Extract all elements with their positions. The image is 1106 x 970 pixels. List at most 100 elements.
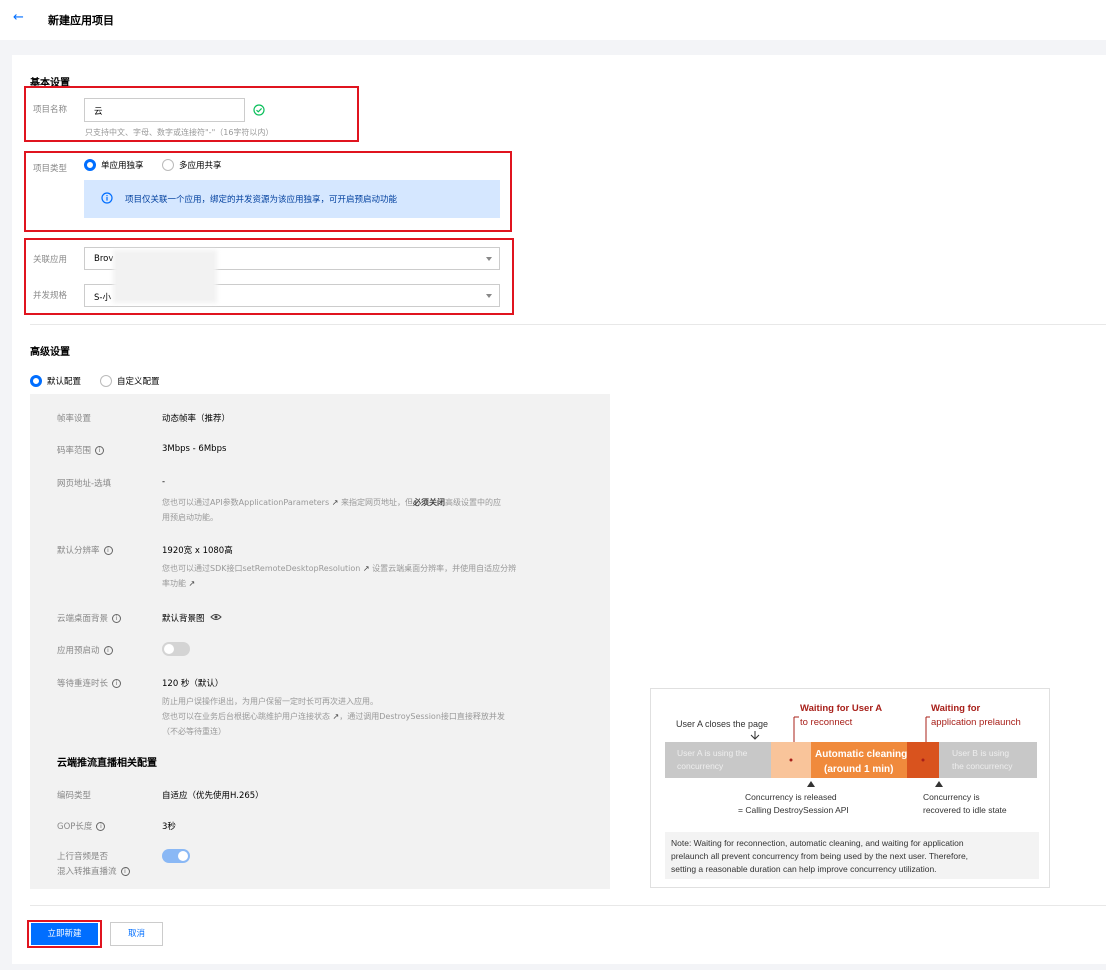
url-hint-post: 高级设置中的应 — [444, 498, 501, 507]
diagram-label-wait-p1: Waiting for — [931, 703, 981, 714]
url-hint-pre: 您也可以通过API参数ApplicationParameters — [162, 498, 330, 507]
segment-user-b-text1: User B is using — [952, 748, 1009, 758]
arrow-left-icon[interactable]: ← — [13, 10, 24, 25]
url-hint-mid: 来指定网页地址，但 — [340, 498, 413, 507]
spec-label: 并发规格 — [33, 291, 68, 301]
gop-label: GOP长度 — [57, 822, 93, 832]
project-name-hint: 只支持中文、字母、数字或连接符"-"（16字符以内） — [85, 128, 274, 137]
radio-unchecked-icon — [162, 159, 174, 171]
audio-mix-toggle[interactable] — [162, 849, 190, 863]
resolution-hint-line2-wrap: 率功能 ↗ — [162, 577, 195, 591]
check-circle-icon — [253, 104, 265, 119]
timeline-diagram: User A closes the page Waiting for User … — [650, 688, 1050, 888]
codec-value: 自适应（优先使用H.265） — [162, 791, 264, 801]
resolution-hint: 您也可以通过SDK接口setRemoteDesktopResolution ↗ … — [162, 562, 516, 576]
prelaunch-label-wrap: 应用预启动 i — [57, 644, 113, 656]
resolution-hint-line2: 率功能 — [162, 579, 186, 588]
reconnect-hint3: （不必等待重连） — [162, 727, 226, 736]
reconnect-label: 等待重连时长 — [57, 679, 109, 689]
type-info-text: 项目仅关联一个应用，绑定的并发资源为该应用独享，可开启预启动功能 — [125, 195, 398, 205]
stream-section-title: 云端推流直播相关配置 — [57, 758, 157, 769]
section-divider — [30, 324, 1106, 325]
adv-option-default-label: 默认配置 — [47, 377, 82, 387]
type-option-multi[interactable]: 多应用共享 — [162, 159, 222, 171]
toggle-knob — [178, 851, 188, 861]
info-icon[interactable]: i — [120, 866, 130, 876]
app-label: 关联应用 — [33, 255, 68, 265]
info-icon[interactable]: i — [95, 445, 105, 455]
prelaunch-toggle[interactable] — [162, 642, 190, 656]
url-hint: 您也可以通过API参数ApplicationParameters ↗ 来指定网页… — [162, 496, 501, 510]
info-icon — [101, 192, 113, 207]
resolution-label: 默认分辨率 — [57, 546, 100, 556]
chevron-down-icon — [486, 257, 492, 261]
reconnect-value: 120 秒（默认） — [162, 679, 224, 689]
toggle-knob — [164, 644, 174, 654]
eye-icon[interactable] — [209, 613, 222, 624]
resolution-hint-pre: 您也可以通过SDK接口setRemoteDesktopResolution — [162, 564, 361, 573]
type-option-multi-label: 多应用共享 — [179, 161, 222, 171]
diagram-note-2: prelaunch all prevent concurrency from b… — [671, 851, 968, 861]
diagram-note-3: setting a reasonable duration can help i… — [671, 864, 937, 874]
cancel-button[interactable]: 取消 — [110, 922, 163, 946]
chevron-down-icon — [486, 294, 492, 298]
diagram-released-1: Concurrency is released — [745, 792, 837, 802]
info-icon[interactable]: i — [112, 678, 122, 688]
url-label: 网页地址-选填 — [57, 479, 112, 489]
url-hint-bold: 必须关闭 — [412, 498, 445, 507]
footer-divider — [30, 905, 1106, 906]
reconnect-hint1: 防止用户误操作退出，为用户保留一定时长可再次进入应用。 — [162, 697, 378, 706]
prelaunch-label: 应用预启动 — [57, 646, 100, 656]
resolution-hint-post: 设置云端桌面分辨率，并使用自适应分辨 — [372, 564, 517, 573]
adv-option-default[interactable]: 默认配置 — [30, 375, 81, 387]
top-bar: ← 新建应用项目 — [0, 0, 1106, 40]
background-label: 云端桌面背景 — [57, 614, 109, 624]
diagram-label-wait-a2: to reconnect — [800, 717, 853, 728]
radio-checked-icon — [30, 375, 42, 387]
redacted-area — [113, 250, 217, 303]
gop-label-wrap: GOP长度 i — [57, 820, 106, 832]
external-link-icon[interactable]: ↗ — [363, 564, 370, 573]
spec-select-value: S-小 — [94, 293, 111, 303]
advanced-settings-title: 高级设置 — [30, 347, 70, 358]
external-link-icon[interactable]: ↗ — [189, 579, 196, 588]
audio-label-line2-wrap: 混入转推直播流 i — [57, 865, 130, 877]
bitrate-value: 3Mbps - 6Mbps — [162, 444, 227, 454]
external-link-icon[interactable]: ↗ — [332, 498, 339, 507]
diagram-released-2: = Calling DestroySession API — [738, 805, 849, 815]
project-name-input[interactable]: 云 — [84, 98, 245, 122]
bitrate-label-wrap: 码率范围 i — [57, 444, 105, 456]
reconnect-hint2-pre: 您也可以在业务后台根据心跳维护用户连接状态 — [162, 712, 330, 721]
diagram-label-wait-a1: Waiting for User A — [800, 703, 882, 714]
framerate-label: 帧率设置 — [57, 414, 92, 424]
info-icon[interactable]: i — [96, 821, 106, 831]
segment-clean-text1: Automatic cleaning — [815, 749, 907, 760]
info-icon[interactable]: i — [112, 613, 122, 623]
background-label-wrap: 云端桌面背景 i — [57, 612, 122, 624]
adv-option-custom-label: 自定义配置 — [117, 377, 160, 387]
project-name-value: 云 — [94, 107, 103, 117]
advanced-config-box — [30, 394, 610, 889]
reconnect-hint2: 您也可以在业务后台根据心跳维护用户连接状态 ↗，通过调用DestroySessi… — [162, 710, 505, 724]
type-option-single[interactable]: 单应用独享 — [84, 159, 144, 171]
adv-option-custom[interactable]: 自定义配置 — [100, 375, 160, 387]
url-value: - — [162, 477, 166, 487]
diagram-note-1: Note: Waiting for reconnection, automati… — [671, 838, 964, 848]
codec-label: 编码类型 — [57, 791, 92, 801]
resolution-value: 1920宽 x 1080高 — [162, 546, 233, 556]
page-title: 新建应用项目 — [48, 14, 114, 27]
project-name-label: 项目名称 — [33, 105, 68, 115]
audio-label-line1: 上行音频是否 — [57, 852, 109, 862]
reconnect-label-wrap: 等待重连时长 i — [57, 677, 122, 689]
segment-user-a-text2: concurrency — [677, 761, 724, 771]
gop-value: 3秒 — [162, 822, 176, 832]
framerate-value: 动态帧率（推荐） — [162, 414, 231, 424]
diagram-recovered-1: Concurrency is — [923, 792, 980, 802]
url-hint-line2: 用预启动功能。 — [162, 513, 218, 522]
resolution-label-wrap: 默认分辨率 i — [57, 544, 113, 556]
segment-user-a-text1: User A is using the — [677, 748, 748, 758]
info-icon[interactable]: i — [103, 645, 113, 655]
info-icon[interactable]: i — [103, 545, 113, 555]
create-button[interactable]: 立即新建 — [31, 923, 98, 945]
bitrate-label: 码率范围 — [57, 446, 92, 456]
